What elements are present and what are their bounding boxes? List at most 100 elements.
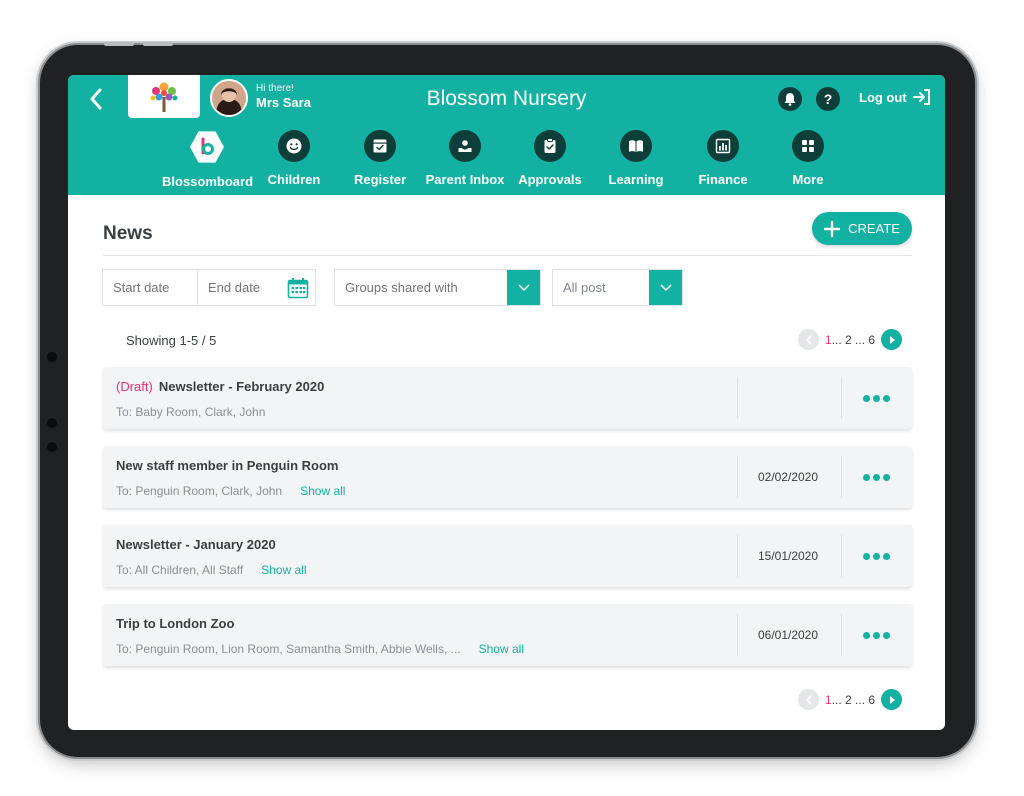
news-recipients: To: All Children, All Staff Show all — [116, 563, 307, 577]
pagination-top: 1... 2 ... 6 — [798, 329, 903, 350]
page-numbers[interactable]: 1... 2 ... 6 — [825, 333, 875, 347]
bell-icon — [784, 93, 796, 106]
chevron-right-icon — [889, 335, 895, 344]
more-options-button[interactable] — [851, 624, 901, 646]
calendar-icon[interactable] — [287, 277, 309, 302]
logout-icon — [912, 89, 930, 105]
post-filter-select[interactable]: All post — [552, 269, 683, 306]
nav-item-register[interactable]: Register — [335, 130, 425, 188]
logout-label: Log out — [859, 89, 907, 105]
main-nav: Blossomboard Children Register Parent In… — [68, 122, 945, 195]
device-camera-dot — [47, 352, 57, 362]
next-page-button[interactable] — [881, 329, 903, 350]
news-recipients: To: Penguin Room, Clark, John Show all — [116, 484, 345, 498]
nav-item-learning[interactable]: Learning — [591, 130, 681, 188]
news-row[interactable]: Trip to London Zoo To: Penguin Room, Lio… — [103, 604, 912, 666]
blossom-logo-icon — [190, 131, 224, 163]
pagination-bottom: 1... 2 ... 6 — [798, 689, 903, 710]
news-recipients-text: To: Penguin Room, Clark, John — [116, 484, 283, 498]
news-recipients-text: To: All Children, All Staff — [116, 563, 244, 577]
groups-shared-select[interactable] — [334, 269, 541, 306]
post-filter-value: All post — [563, 280, 606, 295]
create-button[interactable]: CREATE — [812, 212, 912, 245]
nav-label: Blossomboard — [162, 174, 254, 189]
news-recipients: To: Penguin Room, Lion Room, Samantha Sm… — [116, 642, 524, 656]
page-title: News — [103, 223, 153, 244]
show-all-link[interactable]: Show all — [479, 642, 524, 656]
end-date-input[interactable] — [198, 280, 288, 295]
news-row[interactable]: New staff member in Penguin Room To: Pen… — [103, 446, 912, 508]
chart-icon — [707, 130, 739, 162]
current-page[interactable]: 1 — [825, 333, 832, 347]
user-greeting: Hi there! Mrs Sara — [256, 83, 311, 111]
ellipsis-icon — [862, 394, 890, 402]
device-volume-button — [143, 42, 173, 46]
header-bar: Hi there! Mrs Sara Blossom Nursery ? Log… — [68, 75, 945, 195]
logout-button[interactable]: Log out — [859, 89, 931, 105]
other-pages[interactable]: ... 2 ... 6 — [832, 333, 875, 347]
nav-label: Parent Inbox — [425, 172, 505, 187]
news-row[interactable]: (Draft) Newsletter - February 2020 To: Ba… — [103, 367, 912, 429]
chevron-left-icon — [805, 334, 812, 345]
chevron-right-icon — [889, 695, 895, 704]
show-all-link[interactable]: Show all — [261, 563, 306, 577]
nav-label: More — [792, 172, 824, 187]
device-camera-dot — [47, 442, 57, 452]
more-options-button[interactable] — [851, 387, 901, 409]
row-divider — [737, 377, 738, 419]
book-icon — [620, 130, 652, 162]
groups-shared-input[interactable] — [335, 280, 515, 295]
back-button[interactable] — [88, 87, 110, 113]
nav-label: Approvals — [518, 172, 582, 187]
next-page-button[interactable] — [881, 689, 903, 710]
nav-label: Register — [353, 172, 407, 187]
news-recipients-text: To: Penguin Room, Lion Room, Samantha Sm… — [116, 642, 461, 656]
greeting-text: Hi there! — [256, 83, 294, 94]
help-button[interactable]: ? — [816, 87, 840, 111]
register-box-icon — [364, 130, 396, 162]
nav-label: Learning — [608, 172, 664, 187]
news-title: (Draft) Newsletter - February 2020 — [116, 379, 324, 394]
nav-item-approvals[interactable]: Approvals — [505, 130, 595, 188]
row-divider — [841, 535, 842, 577]
user-avatar-icon — [212, 81, 246, 115]
nursery-logo — [128, 75, 200, 118]
question-icon: ? — [823, 91, 833, 107]
post-filter-dropdown-button[interactable] — [649, 270, 682, 305]
b-letter-icon — [201, 137, 214, 155]
notifications-button[interactable] — [778, 87, 802, 111]
nav-item-blossomboard[interactable]: Blossomboard — [162, 130, 254, 190]
nav-label: Finance — [698, 172, 748, 187]
news-date: 15/01/2020 — [757, 549, 819, 563]
device-camera-dot — [47, 418, 57, 428]
news-title-text: Newsletter - February 2020 — [158, 379, 325, 394]
current-page[interactable]: 1 — [825, 693, 832, 707]
groups-dropdown-button[interactable] — [507, 270, 540, 305]
prev-page-button[interactable] — [798, 329, 819, 350]
tree-logo-icon — [150, 82, 178, 112]
news-title: New staff member in Penguin Room — [116, 458, 339, 473]
prev-page-button[interactable] — [798, 689, 819, 710]
start-date-input[interactable] — [103, 280, 197, 295]
nav-item-children[interactable]: Children — [249, 130, 339, 188]
end-date-field[interactable] — [197, 269, 316, 306]
chevron-left-icon — [805, 694, 812, 705]
results-count: Showing 1-5 / 5 — [126, 333, 217, 348]
more-options-button[interactable] — [851, 466, 901, 488]
news-title: Newsletter - January 2020 — [116, 537, 276, 552]
news-title: Trip to London Zoo — [116, 616, 235, 631]
nav-item-finance[interactable]: Finance — [678, 130, 768, 188]
start-date-field[interactable] — [102, 269, 198, 306]
nav-item-parent-inbox[interactable]: Parent Inbox — [420, 130, 510, 188]
grid-icon — [792, 130, 824, 162]
more-options-button[interactable] — [851, 545, 901, 567]
other-pages[interactable]: ... 2 ... 6 — [832, 693, 875, 707]
row-divider — [841, 456, 842, 498]
plus-icon — [824, 220, 841, 237]
page-numbers[interactable]: 1... 2 ... 6 — [825, 693, 875, 707]
nav-item-more[interactable]: More — [763, 130, 853, 188]
show-all-link[interactable]: Show all — [300, 484, 345, 498]
avatar[interactable] — [210, 79, 248, 117]
row-divider — [841, 377, 842, 419]
news-row[interactable]: Newsletter - January 2020 To: All Childr… — [103, 525, 912, 587]
